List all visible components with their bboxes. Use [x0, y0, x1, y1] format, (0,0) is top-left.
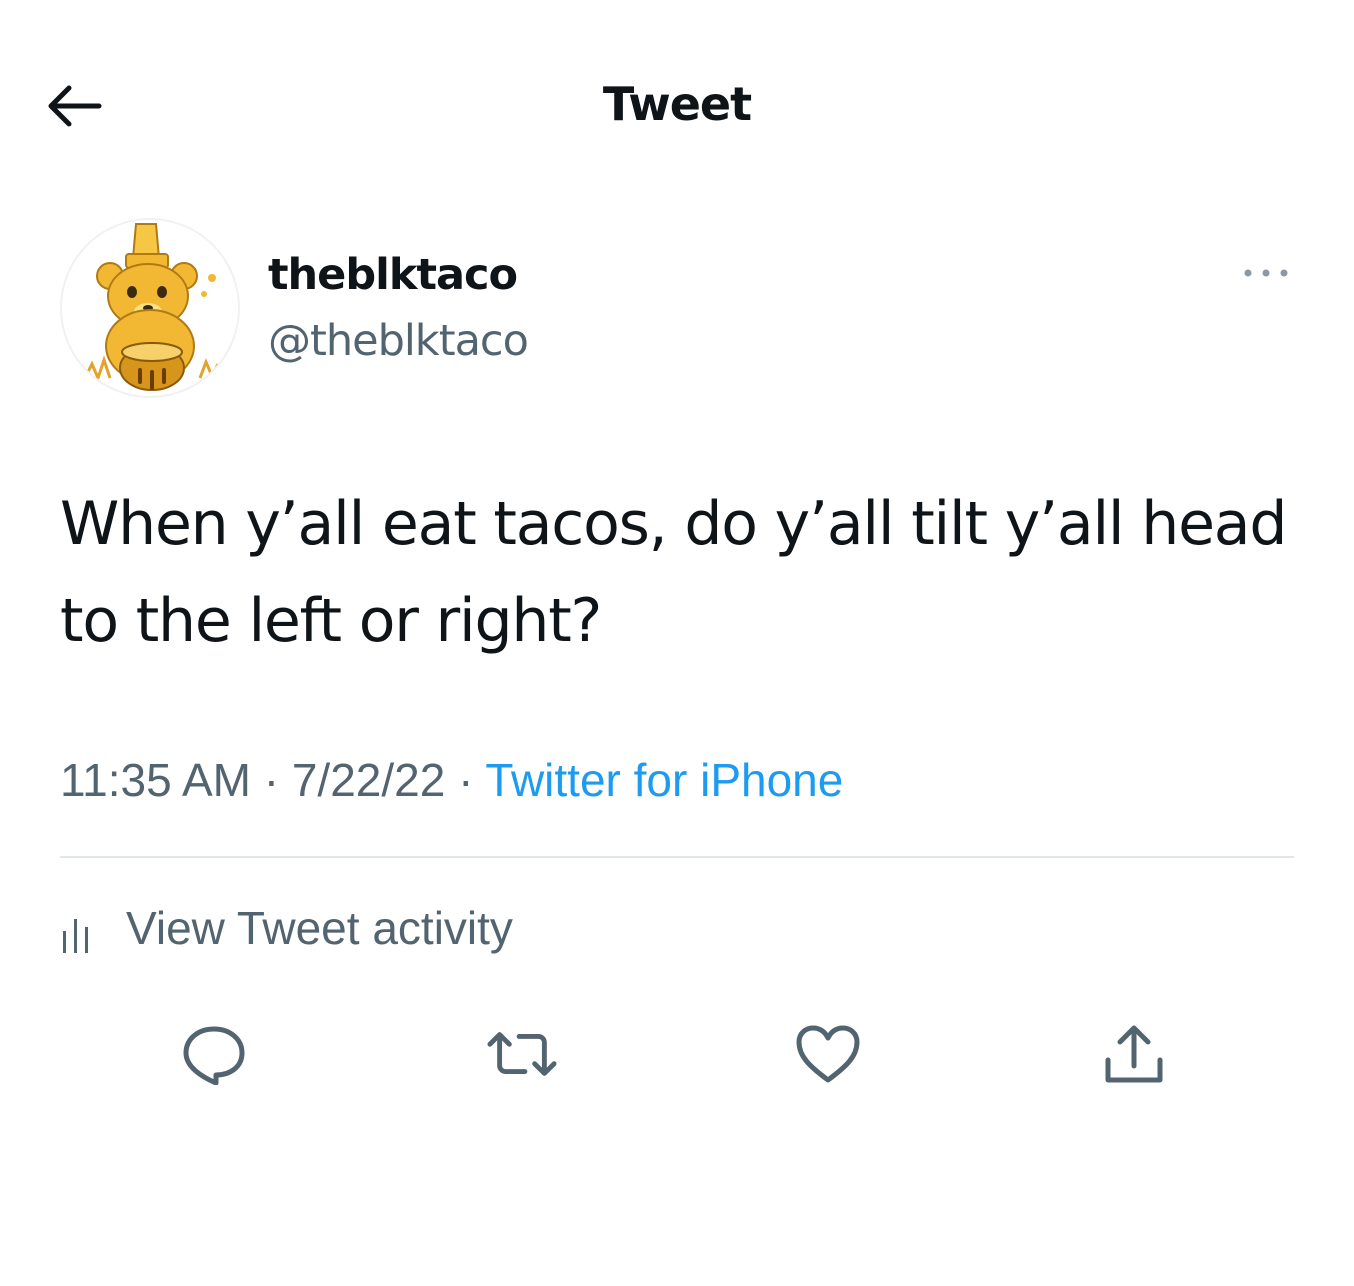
reply-bubble-icon [183, 1026, 245, 1085]
more-options-button[interactable] [1236, 258, 1296, 288]
tweet-metadata: 11:35 AM · 7/22/22 · Twitter for iPhone [60, 748, 843, 812]
top-bar: Tweet [0, 60, 1354, 150]
tweet-action-bar [0, 1018, 1354, 1088]
retweet-button[interactable] [486, 1018, 558, 1090]
page-title: Tweet [602, 77, 752, 131]
heart-icon [796, 1025, 860, 1083]
ellipsis-icon [1244, 269, 1288, 277]
share-button[interactable] [1098, 1018, 1170, 1090]
bear-honey-pot-avatar [82, 223, 220, 391]
view-tweet-activity-link[interactable]: View Tweet activity [60, 896, 513, 960]
divider [60, 856, 1294, 858]
display-name[interactable]: theblktaco [268, 248, 518, 302]
like-button[interactable] [792, 1018, 864, 1090]
reply-button[interactable] [178, 1018, 250, 1090]
tweet-author: theblktaco @theblktaco [60, 218, 1300, 398]
tweet-time: 11:35 AM [60, 754, 251, 806]
avatar[interactable] [60, 218, 240, 398]
meta-separator: · [263, 754, 280, 806]
view-tweet-activity-label: View Tweet activity [126, 902, 513, 954]
meta-separator: · [458, 754, 474, 806]
retweet-icon [487, 1032, 557, 1076]
tweet-text: When y’all eat tacos, do y’all tilt y’al… [60, 489, 1305, 656]
user-handle[interactable]: @theblktaco [268, 314, 529, 368]
tweet-source-link[interactable]: Twitter for iPhone [485, 754, 843, 806]
bar-chart-icon [60, 915, 106, 955]
share-icon [1105, 1025, 1163, 1083]
tweet-date: 7/22/22 [291, 754, 446, 806]
